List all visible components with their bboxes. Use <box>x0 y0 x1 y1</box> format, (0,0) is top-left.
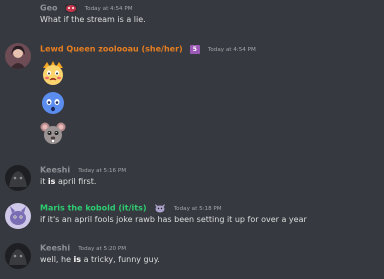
message-text: it is april first. <box>40 177 97 186</box>
timestamp: Today at 4:54 PM <box>84 5 133 12</box>
blushing-face-emoji[interactable] <box>40 60 66 86</box>
message-header: Keeshi Today at 5:20 PM <box>40 242 126 255</box>
avatar[interactable] <box>5 165 31 191</box>
username[interactable]: Keeshi <box>40 166 70 175</box>
username[interactable]: Keeshi <box>40 244 70 253</box>
timestamp: Today at 4:54 PM <box>207 46 256 53</box>
username[interactable]: Geo <box>40 4 58 13</box>
role-mask-icon <box>64 4 77 13</box>
message-header: Keeshi Today at 5:16 PM <box>40 164 126 177</box>
avatar[interactable] <box>5 203 31 229</box>
timestamp: Today at 5:18 PM <box>173 205 222 212</box>
avatar[interactable] <box>5 243 31 269</box>
message-header: Maris the kobold (it/its) Today at 5:18 … <box>40 202 222 215</box>
username[interactable]: Maris the kobold (it/its) <box>40 204 147 213</box>
timestamp: Today at 5:16 PM <box>78 167 127 174</box>
avatar[interactable] <box>5 43 31 69</box>
username[interactable]: Lewd Queen zoolooau (she/her) <box>40 45 183 54</box>
message-text: well, he is a tricky, funny guy. <box>40 255 160 264</box>
role-badge-icon: 5 <box>189 45 200 54</box>
message-header: Lewd Queen zoolooau (she/her) 5 Today at… <box>40 43 256 56</box>
grey-rat-emoji[interactable] <box>40 120 66 146</box>
blue-ghost-emoji[interactable] <box>40 90 66 116</box>
message-text: if it's an april fools joke rawb has bee… <box>40 215 307 224</box>
message-text: What if the stream is a lie. <box>40 15 146 24</box>
role-kobold-icon <box>154 204 166 213</box>
chat-message-list: Geo Today at 4:54 PM What if the stream … <box>0 0 384 279</box>
timestamp: Today at 5:20 PM <box>78 245 127 252</box>
message-header: Geo Today at 4:54 PM <box>40 2 133 15</box>
